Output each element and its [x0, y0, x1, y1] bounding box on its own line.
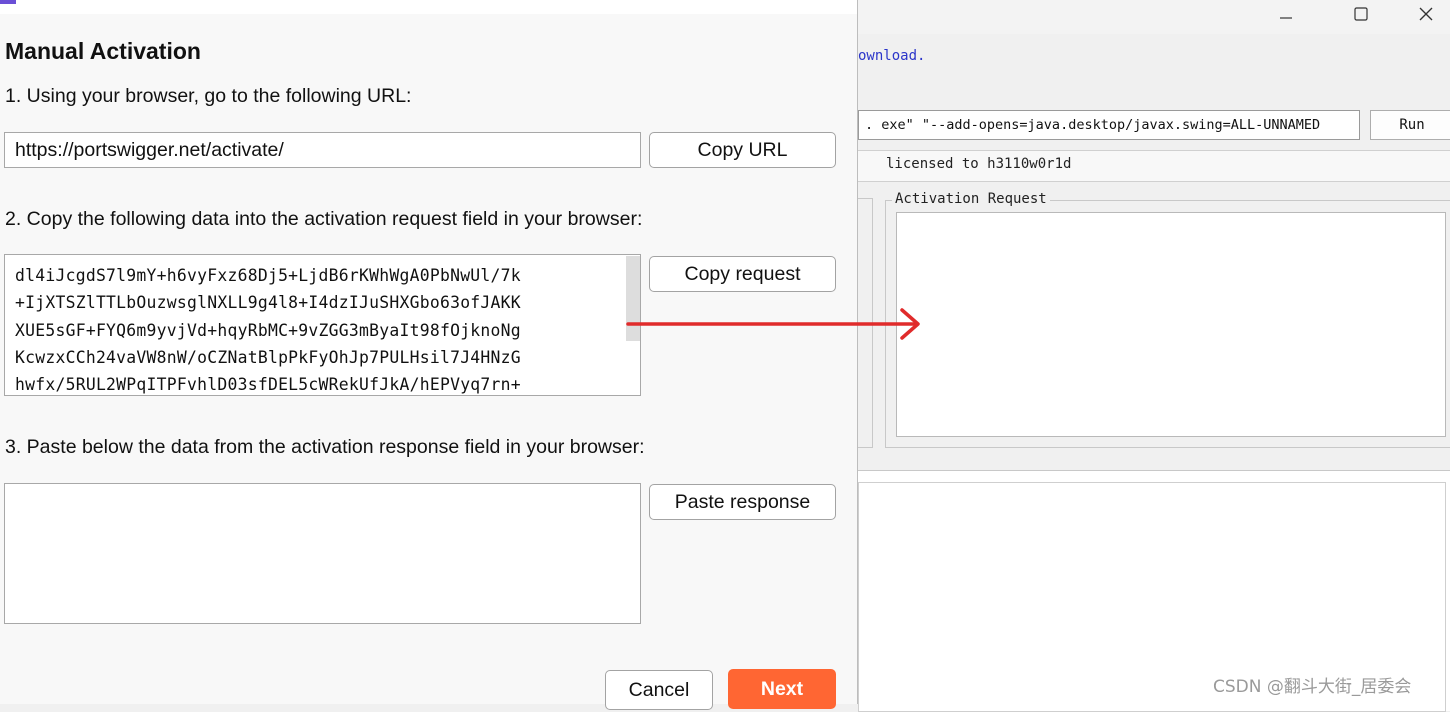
window-close-button[interactable]	[1403, 0, 1449, 28]
activation-response-field[interactable]	[4, 483, 641, 624]
activation-request-textarea[interactable]	[896, 212, 1446, 437]
step-1-label: 1. Using your browser, go to the followi…	[5, 85, 412, 107]
request-line: XUE5sGF+FYQ6m9yvjVd+hqyRbMC+9vZGG3mByaIt…	[15, 320, 521, 340]
licensed-to-text: licensed to h3110w0r1d	[886, 156, 1072, 172]
request-line: +IjXTSZlTTLbOuzwsglNXLL9g4l8+I4dzIJuSHXG…	[15, 293, 521, 313]
download-link[interactable]: ownload.	[858, 48, 925, 64]
activation-request-title: Activation Request	[892, 191, 1050, 207]
step-3-label: 3. Paste below the data from the activat…	[5, 436, 645, 458]
app-icon	[0, 0, 16, 4]
copy-request-button[interactable]: Copy request	[649, 256, 836, 292]
next-button[interactable]: Next	[728, 669, 836, 709]
dialog-titlebar	[0, 0, 857, 14]
copy-url-button[interactable]: Copy URL	[649, 132, 836, 168]
arrow-icon	[626, 308, 920, 340]
activation-request-field[interactable]: dl4iJcgdS7l9mY+h6vyFxz68Dj5+LjdB6rKWhWgA…	[4, 254, 641, 396]
minimize-button[interactable]	[1263, 0, 1309, 28]
background-window: ownload. . exe" "--add-opens=java.deskto…	[858, 0, 1450, 712]
maximize-icon	[1354, 7, 1368, 21]
close-icon	[1419, 7, 1433, 21]
request-line: dl4iJcgdS7l9mY+h6vyFxz68Dj5+LjdB6rKWhWgA…	[15, 266, 521, 285]
run-button[interactable]: Run	[1370, 110, 1450, 140]
maximize-button[interactable]	[1338, 0, 1384, 28]
watermark: CSDN @翻斗大街_居委会	[1213, 677, 1412, 697]
minimize-icon	[1280, 17, 1292, 19]
cancel-button[interactable]: Cancel	[605, 670, 713, 710]
request-line: hwfx/5RUL2WPqITPFvhlD03sfDEL5cWRekUfJkA/…	[15, 375, 521, 395]
command-field[interactable]: . exe" "--add-opens=java.desktop/javax.s…	[858, 110, 1360, 140]
paste-response-button[interactable]: Paste response	[649, 484, 836, 520]
dialog-heading: Manual Activation	[5, 38, 201, 64]
step-2-label: 2. Copy the following data into the acti…	[5, 208, 643, 230]
request-line: KcwzxCCh24vaVW8nW/oCZNatBlpPkFyOhJp7PULH…	[15, 347, 521, 367]
url-field[interactable]: https://portswigger.net/activate/	[4, 132, 641, 168]
